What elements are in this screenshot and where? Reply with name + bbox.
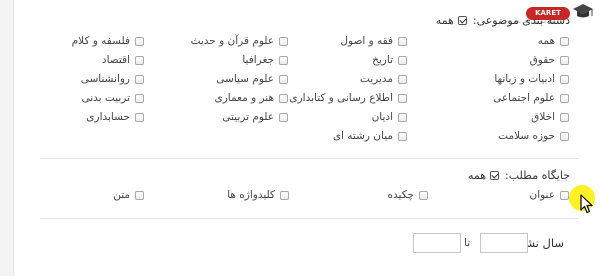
topic-option[interactable]: تاریخ xyxy=(372,53,407,67)
topic-option[interactable]: حسابداری xyxy=(86,110,144,124)
topic-option-label: علوم قرآن و حدیث xyxy=(190,35,274,47)
topic-checkbox[interactable] xyxy=(279,55,288,65)
topic-option-label: علوم سیاسی xyxy=(216,73,274,85)
section-divider xyxy=(40,218,578,219)
position-option-keywords[interactable]: کلیدواژه ها xyxy=(227,188,289,202)
graduation-cap-icon xyxy=(573,4,593,18)
topic-checkbox[interactable] xyxy=(560,55,569,65)
topic-option[interactable]: جغرافیا xyxy=(242,53,288,67)
topic-option-label: حسابداری xyxy=(86,111,130,123)
topic-checkbox[interactable] xyxy=(560,36,569,46)
topic-option-label: فقه و اصول xyxy=(340,35,393,47)
position-option-label: عنوان xyxy=(529,189,556,201)
topic-option-label: تاریخ xyxy=(372,54,393,66)
topic-option[interactable]: ادبیات و زبانها xyxy=(494,72,569,86)
mouse-pointer-icon xyxy=(580,194,593,214)
topic-option[interactable]: حوزه سلامت xyxy=(498,129,569,143)
topic-option[interactable]: روانشناسی xyxy=(81,72,144,86)
topic-option[interactable]: فلسفه و کلام xyxy=(72,34,144,48)
topic-option-label: مدیریت xyxy=(359,73,393,85)
topic-option-label: اطلاع رسانی و کتابداری xyxy=(289,92,393,104)
topic-checkbox[interactable] xyxy=(135,112,144,122)
topic-checkbox[interactable] xyxy=(560,112,569,122)
topic-checkbox[interactable] xyxy=(398,93,407,103)
topic-checkbox[interactable] xyxy=(398,55,407,65)
topic-option[interactable]: علوم قرآن و حدیث xyxy=(191,34,288,48)
page-left-edge xyxy=(0,0,14,276)
topic-option-label: روانشناسی xyxy=(80,73,130,85)
topic-option[interactable]: اخلاق xyxy=(531,110,569,124)
position-option-label: چکیده xyxy=(387,189,414,201)
position-option-title[interactable]: عنوان xyxy=(529,188,569,202)
section-divider xyxy=(40,158,578,159)
topic-checkbox[interactable] xyxy=(135,93,144,103)
topic-checkbox[interactable] xyxy=(398,74,407,84)
topic-checkbox[interactable] xyxy=(398,131,407,141)
topic-option-label: ادبیات و زبانها xyxy=(494,73,555,85)
topic-all-checkbox[interactable] xyxy=(457,16,467,25)
year-to-input[interactable] xyxy=(413,233,461,253)
topic-option-label: اقتصاد xyxy=(101,54,130,66)
topic-checkbox[interactable] xyxy=(279,93,288,103)
position-all-label: همه xyxy=(467,169,487,182)
position-option-label: متن xyxy=(113,189,130,201)
topic-option-label: علوم تربیتی xyxy=(222,111,274,123)
topic-option-label: فلسفه و کلام xyxy=(71,35,130,47)
topic-label: دسته بندی موضوعی: xyxy=(472,14,570,27)
topic-option[interactable]: تربیت بدنی xyxy=(81,91,144,105)
topic-option[interactable]: علوم اجتماعی xyxy=(493,91,569,105)
position-option-text[interactable]: متن xyxy=(113,188,144,202)
topic-option-label: اخلاق xyxy=(531,111,555,123)
topic-checkbox[interactable] xyxy=(135,36,144,46)
topic-option[interactable]: حقوق xyxy=(530,53,569,67)
topic-option-label: ادیان xyxy=(371,111,393,123)
topic-checkbox[interactable] xyxy=(398,112,407,122)
topic-checkbox[interactable] xyxy=(279,112,288,122)
topic-header: دسته بندی موضوعی: همه xyxy=(436,14,570,27)
topic-option-label: هنر و معماری xyxy=(214,92,275,104)
topic-option-label: جغرافیا xyxy=(242,54,274,66)
topic-checkbox[interactable] xyxy=(398,36,407,46)
topic-option-label: همه xyxy=(537,35,555,47)
position-header: جایگاه مطلب: همه xyxy=(468,169,570,182)
topic-checkbox[interactable] xyxy=(135,55,144,65)
position-all-checkbox[interactable] xyxy=(490,171,500,180)
position-checkbox[interactable] xyxy=(135,190,144,200)
topic-checkbox[interactable] xyxy=(560,131,569,141)
topic-checkbox[interactable] xyxy=(279,36,288,46)
topic-checkbox[interactable] xyxy=(135,74,144,84)
topic-option-label: تربیت بدنی xyxy=(81,92,130,104)
position-label: جایگاه مطلب: xyxy=(505,169,570,182)
topic-option-label: حقوق xyxy=(529,54,555,66)
position-option-abstract[interactable]: چکیده xyxy=(388,188,428,202)
topic-checkbox[interactable] xyxy=(560,74,569,84)
topic-option[interactable]: اطلاع رسانی و کتابداری xyxy=(289,91,407,105)
year-to-label: تا xyxy=(464,237,471,249)
topic-option[interactable]: همه xyxy=(538,34,569,48)
topic-option-label: حوزه سلامت xyxy=(498,130,555,142)
topic-option[interactable]: اقتصاد xyxy=(102,53,144,67)
topic-option-label: علوم اجتماعی xyxy=(493,92,555,104)
topic-option-label: میان رشته ای xyxy=(332,130,393,142)
topic-option[interactable]: علوم سیاسی xyxy=(216,72,288,86)
topic-option[interactable]: هنر و معماری xyxy=(214,91,288,105)
position-checkbox[interactable] xyxy=(560,190,569,200)
topic-option[interactable]: فقه و اصول xyxy=(340,34,407,48)
position-checkbox[interactable] xyxy=(419,190,428,200)
year-from-input[interactable] xyxy=(480,233,528,253)
topic-option[interactable]: ادیان xyxy=(372,110,407,124)
topic-option[interactable]: مدیریت xyxy=(360,72,407,86)
topic-checkbox[interactable] xyxy=(560,93,569,103)
topic-option[interactable]: میان رشته ای xyxy=(333,129,407,143)
topic-option[interactable]: علوم تربیتی xyxy=(222,110,288,124)
position-checkbox[interactable] xyxy=(280,190,289,200)
topic-checkbox[interactable] xyxy=(279,74,288,84)
position-option-label: کلیدواژه ها xyxy=(227,189,275,201)
topic-all-label: همه xyxy=(435,14,454,27)
